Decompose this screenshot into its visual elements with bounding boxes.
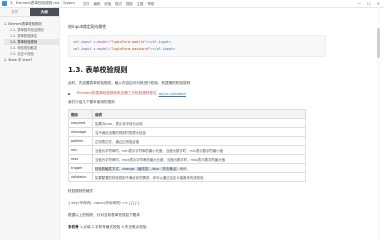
table-row: min 当值为字符串时，min表示字符串的最小长度，当值为数字时，min表示数字… xyxy=(68,145,306,155)
outline-item[interactable]: 2. Store 中 Vuex? xyxy=(4,57,59,63)
close-button[interactable]: ✕ xyxy=(377,1,380,7)
intro-text: 给input绑定双向属性 xyxy=(68,24,107,29)
window-controls: — ☐ ✕ xyxy=(357,1,380,7)
rules-table: 规则 说明 required 如果为true，表示该字段为必填 message … xyxy=(68,109,306,182)
menu-file[interactable]: 文件 xyxy=(83,1,90,6)
typora-app-icon xyxy=(2,1,7,6)
sidebar: 文件 大纲 1. Element表单校验规则 1.1. 表单基本验证规则 1.2… xyxy=(0,8,60,240)
section-heading: 1.3. 表单校验规则 xyxy=(68,66,128,74)
window-title: 3、Element表单校验规则.md - Typora xyxy=(10,1,75,5)
highlighted-text: 校验的触发方式，change（值改变）/blur（失去焦点） xyxy=(95,166,180,171)
bullet-item: Element的表单校验规则来自第三方校验规则参见 async-validato… xyxy=(68,91,368,96)
code-block[interactable]: <el-input v-model="loginForm.mobile"></e… xyxy=(68,35,326,57)
minimize-button[interactable]: — xyxy=(357,1,361,7)
code-line: <el-input v-model="loginForm.password"><… xyxy=(73,47,176,51)
rule-cell: required xyxy=(68,118,93,128)
note-text: 我们介绍几个基本使用的规则 xyxy=(68,100,115,104)
document-content[interactable]: 给input绑定双向属性 <el-input v-model="loginFor… xyxy=(68,8,368,240)
desc-cell: 当值为字符串时，min表示字符串的最小长度，当值为数字时，min表示数字的最小值 xyxy=(92,145,306,155)
paragraph: 此时，先设置表单校验规则，输入内容后可对其进行校验，有逻辑的校验规则 xyxy=(68,81,191,85)
rule-cell: pattern xyxy=(68,136,93,146)
mobile-requirement: 手机号 1.必填 2.手机号格式校验 3.失去焦点校验 xyxy=(68,225,368,230)
rule-cell: validator xyxy=(68,172,93,182)
desc-cell: 如果配置的校验规则不满足你的需求，你可以通过自定义函数来完成校验 xyxy=(92,172,306,182)
outline-list: 1. Element表单校验规则 1.1. 表单基本验证规则 1.2. 表单数据… xyxy=(0,17,59,63)
table-row: trigger 校验的触发方式，change（值改变）/blur（失去焦点）两种… xyxy=(68,163,306,173)
tab-files[interactable]: 文件 xyxy=(0,8,30,16)
code-line: <el-input v-model="loginForm.mobile"></e… xyxy=(73,40,172,44)
table-row: validator 如果配置的校验规则不满足你的需求，你可以通过自定义函数来完成… xyxy=(68,172,306,182)
table-row: required 如果为true，表示该字段为必填 xyxy=(68,118,306,128)
sidebar-tabs: 文件 大纲 xyxy=(0,8,59,17)
table-row: pattern 正则表达式，通过正则验证值 xyxy=(68,136,306,146)
vertical-scrollbar[interactable] xyxy=(373,8,384,240)
maximize-button[interactable]: ☐ xyxy=(367,1,371,7)
table-header-desc: 说明 xyxy=(92,109,306,119)
rule-cell: min xyxy=(68,145,93,155)
menu-edit[interactable]: 编辑 xyxy=(94,1,101,6)
desc-cell: 正则表达式，通过正则验证值 xyxy=(92,136,306,146)
rule-cell: message xyxy=(68,127,93,137)
desc-cell: 当不满足设置的规则时的提示信息 xyxy=(92,127,306,137)
menu-paragraph[interactable]: 段落 xyxy=(104,1,111,6)
paragraph: 根据以上的规则，针对当前表单完成如下要求 xyxy=(68,213,140,217)
table-row: max 当值为字符串时，max表示字符串的最大长度，当值为数字时，max表示数字… xyxy=(68,154,306,164)
menu-format[interactable]: 格式 xyxy=(115,1,122,6)
bullet-text: Element的表单校验规则来自第三方校验规则参见 xyxy=(77,91,157,95)
desc-rest: 两种。 xyxy=(179,166,190,171)
menu-theme[interactable]: 主题 xyxy=(137,1,144,6)
mobile-label: 手机号 xyxy=(68,225,79,229)
paragraph: 校验规则的格式 xyxy=(68,189,94,193)
table-row: message 当不满足设置的规则时的提示信息 xyxy=(68,127,306,137)
table-header-row: 规则 说明 xyxy=(68,109,306,119)
desc-cell: 校验的触发方式，change（值改变）/blur（失去焦点）两种。 xyxy=(92,163,306,173)
menu-help[interactable]: 帮助 xyxy=(147,1,154,6)
rule-cell: trigger xyxy=(68,163,93,173)
menu-bar: 文件 编辑 段落 格式 视图 主题 帮助 xyxy=(83,1,154,6)
menu-view[interactable]: 视图 xyxy=(126,1,133,6)
desc-cell: 当值为字符串时，max表示字符串的最大长度，当值为数字时，max表示数字的最大值 xyxy=(92,154,306,164)
async-validator-link[interactable]: async-validator xyxy=(159,92,187,96)
table-header-rule: 规则 xyxy=(68,109,93,119)
bullet-dot-icon xyxy=(68,92,70,95)
scrollbar-thumb[interactable] xyxy=(377,28,380,58)
mobile-text: 1.必填 2.手机号格式校验 3.失去焦点校验 xyxy=(79,225,147,229)
format-line: { key(字段名): value(校验规则) => [{}] } xyxy=(68,201,140,205)
tab-outline[interactable]: 大纲 xyxy=(29,8,59,16)
rule-cell: max xyxy=(68,154,93,164)
title-bar: 3、Element表单校验规则.md - Typora 文件 编辑 段落 格式 … xyxy=(0,0,384,8)
desc-cell: 如果为true，表示该字段为必填 xyxy=(92,118,306,128)
